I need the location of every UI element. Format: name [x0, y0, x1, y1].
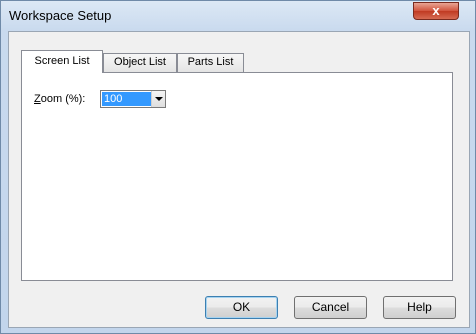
title-bar[interactable]: Workspace Setup x	[1, 1, 476, 31]
chevron-down-icon[interactable]	[151, 91, 165, 107]
zoom-combobox[interactable]: 100	[100, 90, 166, 108]
zoom-label-text: oom (%):	[40, 93, 86, 105]
zoom-value[interactable]: 100	[102, 92, 151, 106]
help-button[interactable]: Help	[383, 296, 456, 319]
window-title: Workspace Setup	[9, 8, 112, 23]
tab-panel-screen-list	[21, 72, 453, 281]
cancel-button[interactable]: Cancel	[294, 296, 367, 319]
tab-parts-list[interactable]: Parts List	[177, 53, 244, 72]
tab-object-list[interactable]: Object List	[103, 53, 177, 72]
close-button[interactable]: x	[413, 2, 459, 20]
tab-screen-list[interactable]: Screen List	[21, 50, 103, 73]
zoom-label: Zoom (%):	[34, 93, 85, 105]
zoom-label-mnemonic: Z	[34, 93, 41, 105]
close-icon: x	[432, 3, 440, 18]
ok-button[interactable]: OK	[205, 296, 278, 319]
